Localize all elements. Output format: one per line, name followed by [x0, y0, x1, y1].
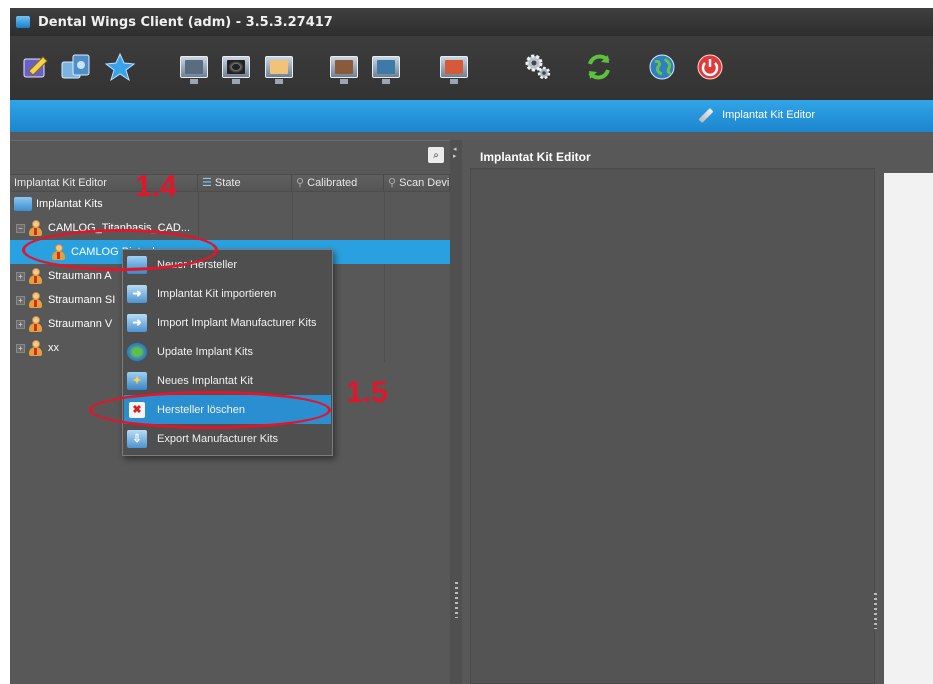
column-header-state[interactable]: ☰ State: [198, 175, 292, 192]
update-globe-icon: [127, 342, 147, 361]
preview-area: [884, 173, 933, 684]
window-title: Dental Wings Client (adm) - 3.5.3.27417: [38, 14, 333, 30]
main-toolbar: [10, 36, 933, 100]
tree-column-headers: Implantat Kit Editor ☰ State ⚲ Calibrate…: [10, 174, 450, 192]
sync-arrows-icon[interactable]: [583, 51, 615, 83]
splitter-grip[interactable]: [874, 593, 877, 629]
import-manufacturer-kits-icon: ➜: [127, 313, 147, 332]
menu-item-update-implant-kits[interactable]: Update Implant Kits: [124, 337, 331, 366]
annotation-circle-1-5: [89, 391, 331, 429]
annotation-circle-1-4: [22, 229, 218, 271]
pencil-icon: [698, 107, 714, 123]
panel-splitter[interactable]: ◂ ▸: [450, 140, 462, 684]
edit-order-icon[interactable]: [20, 51, 52, 83]
export-kits-icon: ⇩: [127, 429, 147, 448]
editor-panel: Implantat Kit Editor: [462, 140, 933, 684]
column-header-calibrated[interactable]: ⚲ Calibrated: [292, 175, 384, 192]
expand-toggle[interactable]: +: [16, 343, 25, 353]
expand-toggle[interactable]: +: [16, 271, 25, 281]
search-icon[interactable]: ⌕: [428, 147, 444, 163]
title-bar: Dental Wings Client (adm) - 3.5.3.27417: [10, 8, 933, 36]
column-header-scan-device[interactable]: ⚲ Scan Devi: [384, 175, 450, 192]
annotation-label-1-4: 1.4: [135, 170, 177, 203]
scan-icon[interactable]: [60, 51, 92, 83]
tab-implantat-kit-editor[interactable]: Implantat Kit Editor: [698, 107, 815, 123]
menu-item-import-manufacturer-kits[interactable]: ➜ Import Implant Manufacturer Kits: [124, 308, 331, 337]
manufacturer-icon: [29, 292, 42, 308]
import-kit-icon: ➜: [127, 284, 147, 303]
manufacturer-icon: [29, 340, 42, 356]
monitor-view-5-icon[interactable]: [370, 51, 402, 84]
favorites-star-icon[interactable]: [104, 51, 136, 83]
monitor-view-3-icon[interactable]: [263, 51, 295, 84]
manufacturer-icon: [29, 268, 42, 284]
scan-device-column-icon: ⚲: [388, 177, 400, 189]
globe-icon[interactable]: [646, 51, 678, 83]
state-column-icon: ☰: [202, 177, 215, 189]
expand-toggle[interactable]: +: [16, 319, 25, 329]
app-logo-icon: [16, 16, 30, 28]
calibrated-column-icon: ⚲: [296, 177, 308, 189]
settings-gears-icon[interactable]: [522, 51, 554, 83]
monitor-view-4-icon[interactable]: [328, 51, 360, 84]
module-tab-bar: Implantat Kit Editor: [10, 100, 933, 132]
annotation-label-1-5: 1.5: [346, 376, 388, 409]
expand-toggle[interactable]: +: [16, 295, 25, 305]
monitor-view-1-icon[interactable]: [178, 51, 210, 84]
splitter-grip[interactable]: [455, 582, 458, 618]
new-kit-icon: ✦: [127, 371, 147, 390]
menu-item-import-kit[interactable]: ➜ Implantat Kit importieren: [124, 279, 331, 308]
editor-panel-title: Implantat Kit Editor: [480, 150, 591, 164]
kits-folder-icon: [14, 197, 32, 211]
collapse-arrows-icon[interactable]: ◂ ▸: [453, 146, 457, 160]
editor-content-area: [470, 168, 875, 684]
manufacturer-icon: [29, 316, 42, 332]
power-icon[interactable]: [694, 51, 726, 83]
monitor-view-2-icon[interactable]: [220, 51, 252, 84]
collapse-toggle[interactable]: −: [16, 223, 25, 233]
active-tab-label: Implantat Kit Editor: [722, 109, 815, 121]
monitor-view-6-icon[interactable]: [438, 51, 470, 84]
tree-root-implantat-kits[interactable]: Implantat Kits: [10, 192, 450, 216]
manufacturer-icon: [29, 220, 42, 236]
